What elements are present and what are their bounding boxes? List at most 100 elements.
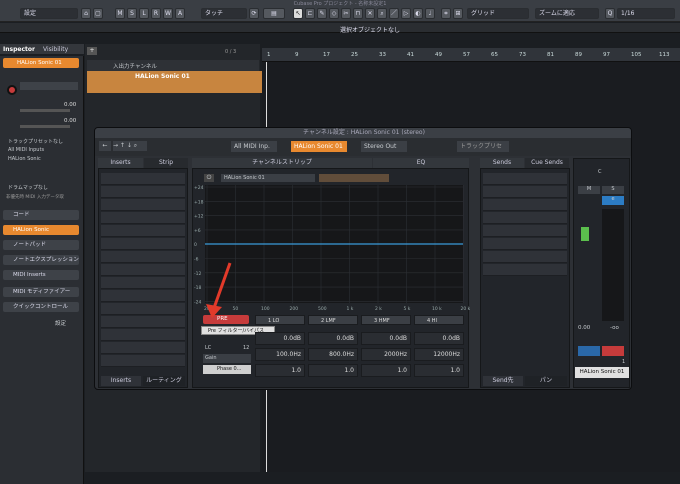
tab-inspector[interactable]: Inspector [3, 46, 35, 53]
section-quick-controls[interactable]: クイックコントロール [3, 302, 79, 312]
input-output-folder[interactable]: 入出力チャンネル [87, 60, 259, 71]
snap-type-icon[interactable]: ⊞ [453, 8, 463, 19]
inspector-pan[interactable]: 0.00 [64, 118, 76, 124]
automation-mode-dropdown[interactable]: タッチ [201, 8, 247, 19]
track-preset[interactable]: トラックプリセットなし [8, 138, 63, 145]
midi-output[interactable]: HALion Sonic [8, 156, 41, 162]
eq-band-gain[interactable]: 0.0dB [255, 332, 305, 345]
mute-tool-icon[interactable]: ✕ [365, 8, 375, 19]
mode-r[interactable]: R [151, 8, 161, 19]
eq-band-freq[interactable]: 800.0Hz [308, 348, 358, 361]
send-slot[interactable] [483, 264, 567, 276]
tab-eq[interactable]: EQ [373, 158, 469, 168]
insert-slot[interactable] [101, 251, 185, 263]
pan-slider[interactable] [20, 125, 70, 128]
track-row-halion[interactable]: HALion Sonic 01 [87, 71, 262, 93]
send-slot[interactable] [483, 238, 567, 250]
insert-slot[interactable] [101, 303, 185, 315]
mode-l[interactable]: L [139, 8, 149, 19]
insert-slot[interactable] [101, 342, 185, 354]
insert-slot[interactable] [101, 199, 185, 211]
eq-band-header[interactable]: 2 LMF [308, 315, 358, 325]
monitor-buttons[interactable] [20, 82, 78, 90]
send-slot[interactable] [483, 199, 567, 211]
drum-map[interactable]: ドラムマップなし [8, 184, 48, 191]
record-icon[interactable] [7, 85, 17, 95]
zoom-fit-dropdown[interactable]: ズームに適応 [535, 8, 599, 19]
mode-w[interactable]: W [163, 8, 173, 19]
quantize-dropdown[interactable]: 1/16 [617, 8, 675, 19]
mode-m[interactable]: M [115, 8, 125, 19]
inspector-track-name[interactable]: HALion Sonic 01 [3, 58, 79, 68]
tab-channel-strip[interactable]: チャンネルストリップ [192, 158, 372, 168]
line-tool-icon[interactable]: ／ [389, 8, 399, 19]
settings-dropdown[interactable]: 設定 [20, 8, 78, 19]
inspector-volume[interactable]: 0.00 [64, 102, 76, 108]
pointer-icon[interactable]: ↖ [293, 8, 303, 19]
drumstick-icon[interactable]: ♩ [425, 8, 435, 19]
insert-slot[interactable] [101, 290, 185, 302]
section-halion[interactable]: HALion Sonic [3, 225, 79, 235]
eq-band-q[interactable]: 1.0 [414, 364, 464, 377]
window-icon[interactable]: ▢ [93, 8, 103, 19]
volume-readout[interactable]: 0.00 [578, 325, 590, 331]
section-midi-inserts[interactable]: MIDI Inserts [3, 270, 79, 280]
section-notepad[interactable]: ノートパッド [3, 240, 79, 250]
eq-band-gain[interactable]: 0.0dB [361, 332, 411, 345]
nav-icons[interactable]: → ↑ ↓ ⌕ [113, 141, 147, 151]
gain-slider[interactable]: Gain [203, 354, 251, 363]
record-enable-button[interactable] [602, 346, 624, 356]
color-tool-icon[interactable]: ◐ [413, 8, 423, 19]
lc-value[interactable]: 12 [243, 345, 249, 351]
eq-band-header[interactable]: 1 LO [255, 315, 305, 325]
inspector-settings[interactable]: 設定 [55, 319, 66, 327]
volume-slider[interactable] [20, 109, 70, 112]
bottom-tab-send-dest[interactable]: Send先 [483, 376, 523, 386]
track-preset-field[interactable]: トラックプリセ [457, 141, 509, 152]
send-slot[interactable] [483, 251, 567, 263]
mode-s[interactable]: S [127, 8, 137, 19]
tab-cue-sends[interactable]: Cue Sends [525, 158, 569, 168]
mode-a[interactable]: A [175, 8, 185, 19]
eq-band-freq[interactable]: 12000Hz [414, 348, 464, 361]
back-icon[interactable]: ← [99, 141, 111, 151]
tab-strip[interactable]: Strip [144, 158, 188, 168]
eq-band-header[interactable]: 3 HMF [361, 315, 411, 325]
insert-slot[interactable] [101, 264, 185, 276]
tab-sends[interactable]: Sends [480, 158, 524, 168]
glue-icon[interactable]: ⊓ [353, 8, 363, 19]
solo-button[interactable]: S [602, 186, 624, 194]
cycle-icon[interactable]: ⟳ [249, 8, 259, 19]
channel-name[interactable]: HALion Sonic 01 [291, 141, 347, 152]
phase-button[interactable]: Phase 0... [203, 365, 251, 374]
zoom-tool-icon[interactable]: ⌕ [377, 8, 387, 19]
insert-slot[interactable] [101, 329, 185, 341]
insert-slot[interactable] [101, 173, 185, 185]
pan-center[interactable]: C [598, 169, 602, 175]
insert-slot[interactable] [101, 355, 185, 367]
mute-button[interactable]: M [578, 186, 600, 194]
split-icon[interactable]: ✂ [341, 8, 351, 19]
send-slot[interactable] [483, 186, 567, 198]
output-routing[interactable]: Stereo Out [361, 141, 407, 152]
section-note-expression[interactable]: ノートエクスプレッション [3, 255, 79, 265]
range-icon[interactable]: ⊏ [305, 8, 315, 19]
bottom-tab-inserts[interactable]: Inserts [101, 376, 141, 386]
eq-band-header[interactable]: 4 HI [414, 315, 464, 325]
eq-band-gain[interactable]: 0.0dB [414, 332, 464, 345]
snap-icon[interactable]: ⌗ [441, 8, 451, 19]
edit-button[interactable]: e [602, 196, 624, 205]
eq-preset-slot[interactable] [319, 174, 389, 182]
insert-slot[interactable] [101, 238, 185, 250]
quantize-icon[interactable]: Q [605, 8, 615, 19]
power-icon[interactable]: ⏻ [204, 174, 214, 182]
send-slot[interactable] [483, 212, 567, 224]
insert-slot[interactable] [101, 186, 185, 198]
tab-visibility[interactable]: Visibility [43, 46, 68, 53]
grid-dropdown[interactable]: グリッド [467, 8, 529, 19]
eq-band-q[interactable]: 1.0 [361, 364, 411, 377]
tab-inserts[interactable]: Inserts [98, 158, 143, 168]
eq-band-q[interactable]: 1.0 [255, 364, 305, 377]
eq-band-freq[interactable]: 100.0Hz [255, 348, 305, 361]
midi-input[interactable]: All MIDI Inputs [8, 147, 44, 153]
